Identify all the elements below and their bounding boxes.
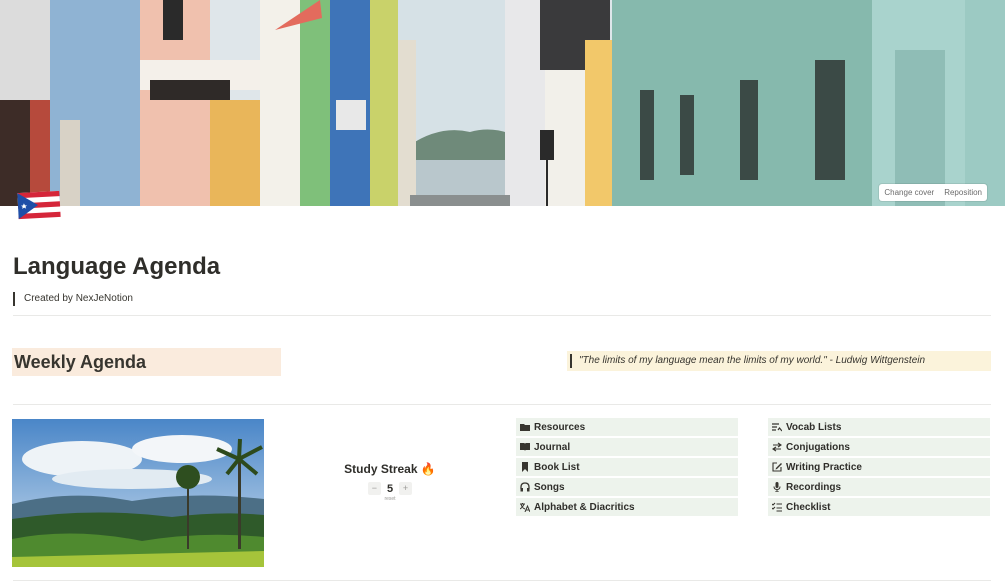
link-label: Checklist xyxy=(786,501,831,513)
link-resources[interactable]: Resources xyxy=(516,418,738,436)
study-streak-widget: Study Streak 🔥 − 5 + reset xyxy=(338,462,442,502)
headphones-icon xyxy=(516,482,534,492)
streak-value: 5 xyxy=(386,482,394,495)
link-label: Book List xyxy=(534,461,580,473)
increment-button[interactable]: + xyxy=(399,482,413,495)
book-open-icon xyxy=(516,442,534,452)
streak-counter: − 5 + xyxy=(338,482,442,495)
link-label: Conjugations xyxy=(786,441,850,453)
bookmark-icon xyxy=(516,462,534,472)
link-book-list[interactable]: Book List xyxy=(516,458,738,476)
link-vocab-lists[interactable]: Vocab Lists xyxy=(768,418,990,436)
pencil-square-icon xyxy=(768,462,786,472)
link-label: Recordings xyxy=(786,481,842,493)
link-label: Journal xyxy=(534,441,571,453)
checklist-icon xyxy=(768,502,786,512)
puerto-rico-flag-icon[interactable] xyxy=(16,188,62,222)
cover-actions: Change cover Reposition xyxy=(879,184,987,201)
cover-image: Change cover Reposition xyxy=(0,0,1005,206)
quote-block: "The limits of my language mean the limi… xyxy=(567,351,991,371)
microphone-icon xyxy=(768,482,786,492)
divider xyxy=(13,580,991,581)
link-label: Alphabet & Diacritics xyxy=(534,501,635,513)
folder-icon xyxy=(516,422,534,432)
study-streak-title: Study Streak 🔥 xyxy=(344,462,436,476)
links-column-left: Resources Journal Book List Songs Alphab… xyxy=(516,418,738,518)
list-icon xyxy=(768,422,786,432)
divider xyxy=(13,404,991,405)
link-label: Writing Practice xyxy=(786,461,862,473)
link-label: Vocab Lists xyxy=(786,421,842,433)
link-label: Resources xyxy=(534,421,586,433)
change-cover-button[interactable]: Change cover xyxy=(879,184,939,201)
links-column-right: Vocab Lists Conjugations Writing Practic… xyxy=(768,418,990,518)
link-writing-practice[interactable]: Writing Practice xyxy=(768,458,990,476)
link-conjugations[interactable]: Conjugations xyxy=(768,438,990,456)
link-alphabet-diacritics[interactable]: Alphabet & Diacritics xyxy=(516,498,738,516)
weekly-agenda-heading: Weekly Agenda xyxy=(12,348,281,376)
link-recordings[interactable]: Recordings xyxy=(768,478,990,496)
link-songs[interactable]: Songs xyxy=(516,478,738,496)
link-label: Songs xyxy=(534,481,565,493)
reset-button[interactable]: reset xyxy=(338,496,442,502)
divider xyxy=(13,315,991,316)
created-by-callout: Created by NexJeNotion xyxy=(13,292,133,306)
link-checklist[interactable]: Checklist xyxy=(768,498,990,516)
landscape-photo xyxy=(12,419,264,567)
link-journal[interactable]: Journal xyxy=(516,438,738,456)
swap-icon xyxy=(768,442,786,452)
decrement-button[interactable]: − xyxy=(367,482,381,495)
quote-text: "The limits of my language mean the limi… xyxy=(579,355,926,366)
page-title: Language Agenda xyxy=(13,253,221,280)
reposition-button[interactable]: Reposition xyxy=(939,184,987,201)
translate-icon xyxy=(516,502,534,512)
